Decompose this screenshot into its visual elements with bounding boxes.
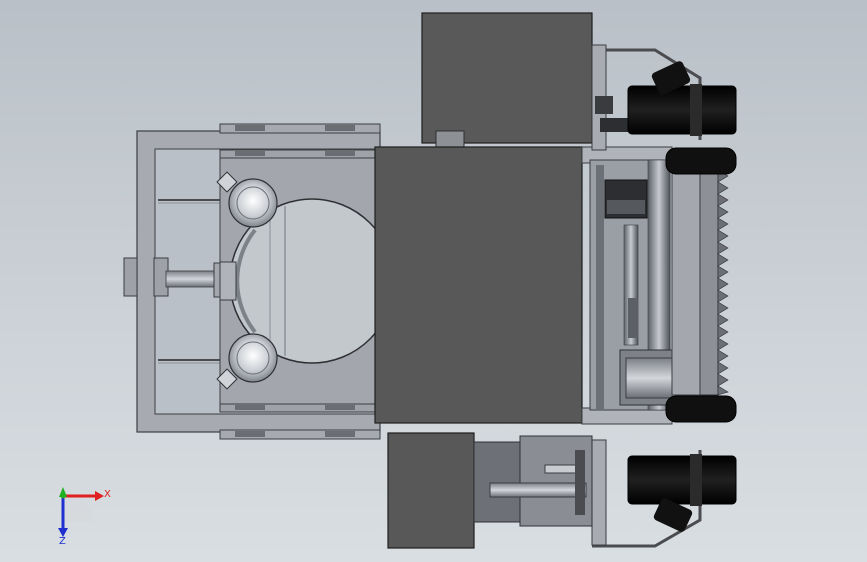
z-axis-label: Z bbox=[59, 536, 66, 547]
motor-assembly bbox=[387, 432, 593, 549]
mounting-plate bbox=[216, 157, 395, 405]
top-cover-box bbox=[421, 12, 593, 144]
x-axis-label: X bbox=[104, 489, 111, 500]
cad-viewport[interactable]: X Z bbox=[0, 0, 867, 562]
coordinate-triad: X Z bbox=[58, 487, 111, 547]
x-axis-arrow-icon bbox=[95, 491, 104, 501]
toothed-rake bbox=[671, 169, 729, 396]
main-body-box bbox=[374, 146, 583, 424]
top-cover-bracket bbox=[435, 130, 465, 150]
